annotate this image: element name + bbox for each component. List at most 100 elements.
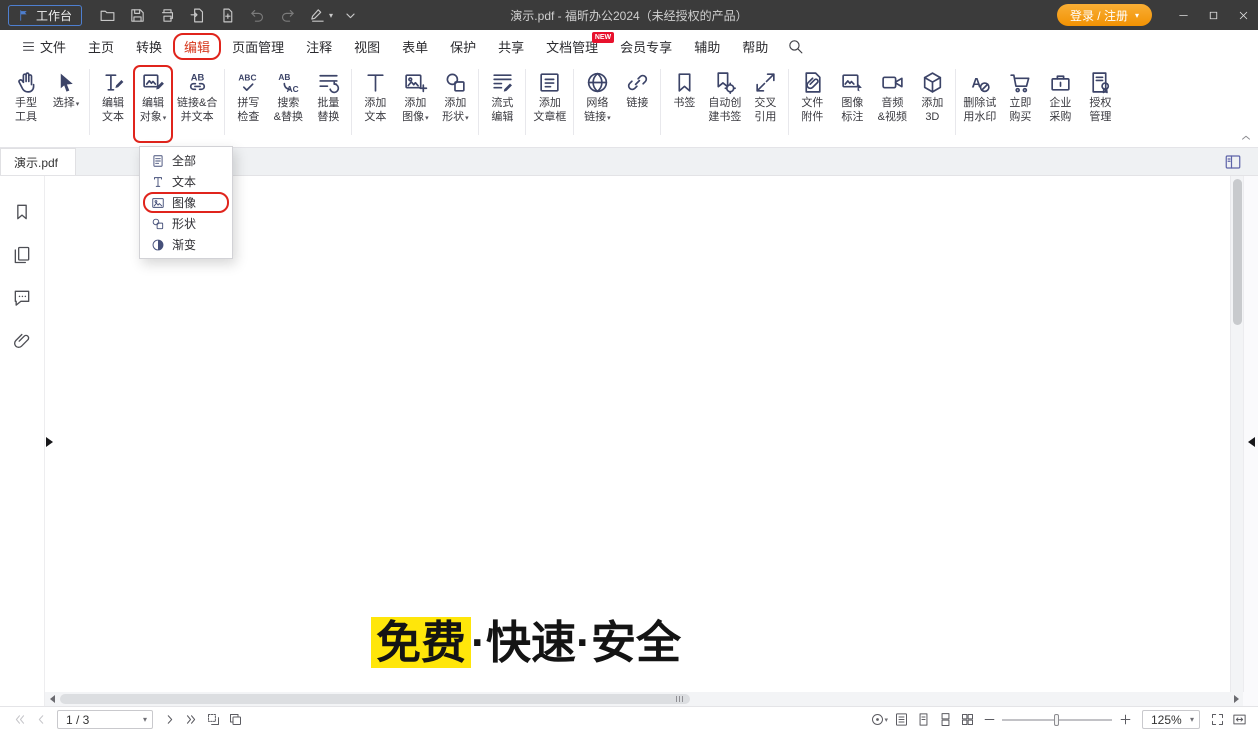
ribbon-button-flow-edit[interactable]: 流式编辑 [482,65,522,143]
undo-icon[interactable] [245,4,269,26]
horizontal-scrollbar[interactable] [45,692,1243,706]
ribbon-button-bookmark[interactable]: 书签 [664,65,704,143]
menu-tab-document-management[interactable]: 文档管理NEW [535,33,609,60]
menu-tab-file[interactable]: 文件 [10,33,77,60]
dropdown-item-shape[interactable]: 形状 [143,213,229,234]
create-pdf-icon[interactable] [215,4,239,26]
menu-tab-convert[interactable]: 转换 [125,33,173,60]
ribbon-button-hand-tool[interactable]: 手型工具 [6,65,46,143]
ribbon-button-edit-text[interactable]: 编辑文本 [93,65,133,143]
ribbon-button-auto-create-bookmark[interactable]: 自动创建书签 [704,65,745,143]
fit-window-button[interactable] [1206,710,1228,730]
ribbon-button-remove-trial-watermark[interactable]: A删除试用水印 [959,65,1000,143]
ribbon-button-file-attachment[interactable]: 文件附件 [792,65,832,143]
continuous-view-button[interactable] [934,710,956,730]
scroll-left-arrow[interactable] [45,692,59,706]
workspace-button[interactable]: 工作台 [8,5,82,26]
scroll-right-arrow[interactable] [1229,692,1243,706]
snapshot-button[interactable] [202,710,224,730]
ribbon-group: 书签自动创建书签交叉引用 [664,65,785,143]
dropdown-item-image[interactable]: 图像 [143,192,229,213]
next-page-button[interactable] [158,710,180,730]
menu-tab-label: 表单 [402,37,428,56]
zoom-slider-thumb[interactable] [1054,714,1059,726]
spell-check-icon: ABC [236,70,261,95]
zoom-level-combo[interactable]: 125% ▾ [1142,710,1200,729]
dropdown-item-gradient[interactable]: 渐变 [143,234,229,255]
ribbon-button-cross-reference[interactable]: 交叉引用 [745,65,785,143]
right-panel-expand-handle[interactable] [1248,437,1255,447]
clipboard-button[interactable] [224,710,246,730]
comments-panel-button[interactable] [12,288,32,308]
redo-icon[interactable] [275,4,299,26]
page-number-combo[interactable]: 1 / 3 ▾ [57,710,153,729]
ribbon-button-link-merge-text[interactable]: AB链接&合并文本 [173,65,221,143]
menu-tab-edit[interactable]: 编辑 [173,33,221,60]
ribbon-button-add-3d[interactable]: 添加3D [912,65,952,143]
document-tab[interactable]: 演示.pdf [0,148,76,175]
text-view-button[interactable] [890,710,912,730]
ribbon-button-spell-check[interactable]: ABC拼写检查 [228,65,268,143]
dropdown-item-all[interactable]: 全部 [143,150,229,171]
collapse-ribbon-icon[interactable] [1239,131,1253,145]
menu-tab-accessibility[interactable]: 辅助 [683,33,731,60]
login-register-button[interactable]: 登录 / 注册 ▾ [1057,4,1152,26]
page-layout-icon[interactable] [1224,153,1242,171]
prev-page-button[interactable] [30,710,52,730]
menu-tab-protect[interactable]: 保护 [439,33,487,60]
ribbon-button-edit-object[interactable]: 编辑对象▾ [133,65,173,143]
vertical-scrollbar[interactable] [1230,176,1243,692]
ribbon-button-batch-replace[interactable]: 批量替换 [308,65,348,143]
menu-tab-share[interactable]: 共享 [487,33,535,60]
multi-page-view-button[interactable] [956,710,978,730]
search-icon[interactable] [787,38,804,55]
ribbon-button-image-annotation[interactable]: 图像标注 [832,65,872,143]
print-icon[interactable] [155,4,179,26]
menu-tab-view[interactable]: 视图 [343,33,391,60]
minimize-button[interactable] [1168,0,1198,30]
pages-panel-button[interactable] [12,245,32,265]
zoom-out-button[interactable] [978,710,1000,730]
toolbar-more-icon[interactable] [338,4,362,26]
zoom-slider[interactable] [1002,711,1112,729]
ribbon-group: 添加文章框 [529,65,570,143]
bookmarks-panel-button[interactable] [12,202,32,222]
last-page-button[interactable] [180,710,202,730]
ribbon-button-web-link[interactable]: 网络链接▾ [577,65,617,143]
menu-tab-help[interactable]: 帮助 [731,33,779,60]
ribbon-button-link[interactable]: 链接 [617,65,657,143]
left-panel-expand-handle[interactable] [46,437,53,447]
ribbon-button-audio-video[interactable]: 音频&视频 [872,65,912,143]
zoom-in-button[interactable] [1114,710,1136,730]
close-button[interactable] [1228,0,1258,30]
first-page-button[interactable] [8,710,30,730]
maximize-button[interactable] [1198,0,1228,30]
ribbon-button-buy-now[interactable]: 立即购买 [1000,65,1040,143]
ribbon-button-add-image[interactable]: 添加图像▾ [395,65,435,143]
batch-replace-icon [316,70,341,95]
ribbon-button-add-text[interactable]: 添加文本 [355,65,395,143]
ribbon-button-license-management[interactable]: 授权管理 [1080,65,1120,143]
horizontal-scrollbar-thumb[interactable] [60,694,690,704]
fit-width-button[interactable] [1228,710,1250,730]
menu-tab-home[interactable]: 主页 [77,33,125,60]
ribbon-button-label: 网络链接▾ [584,96,611,126]
open-file-icon[interactable] [95,4,119,26]
ribbon-button-add-shape[interactable]: 添加形状▾ [435,65,475,143]
attachments-panel-button[interactable] [12,331,32,351]
menu-tab-form[interactable]: 表单 [391,33,439,60]
vertical-scrollbar-thumb[interactable] [1233,179,1242,325]
menu-tab-page-management[interactable]: 页面管理 [221,33,295,60]
ribbon-button-select[interactable]: 选择▾ [46,65,86,143]
ribbon-button-add-article-box[interactable]: 添加文章框 [529,65,570,143]
export-pdf-icon[interactable] [185,4,209,26]
menu-tab-membership[interactable]: 会员专享 [609,33,683,60]
save-icon[interactable] [125,4,149,26]
ribbon-button-label: 搜索&替换 [274,96,303,124]
ribbon-button-search-replace[interactable]: ABAC搜索&替换 [268,65,308,143]
menu-tab-annotate[interactable]: 注释 [295,33,343,60]
single-page-view-button[interactable] [912,710,934,730]
sign-tool-icon[interactable] [305,4,329,26]
dropdown-item-text[interactable]: 文本 [143,171,229,192]
ribbon-button-enterprise-purchase[interactable]: 企业采购 [1040,65,1080,143]
